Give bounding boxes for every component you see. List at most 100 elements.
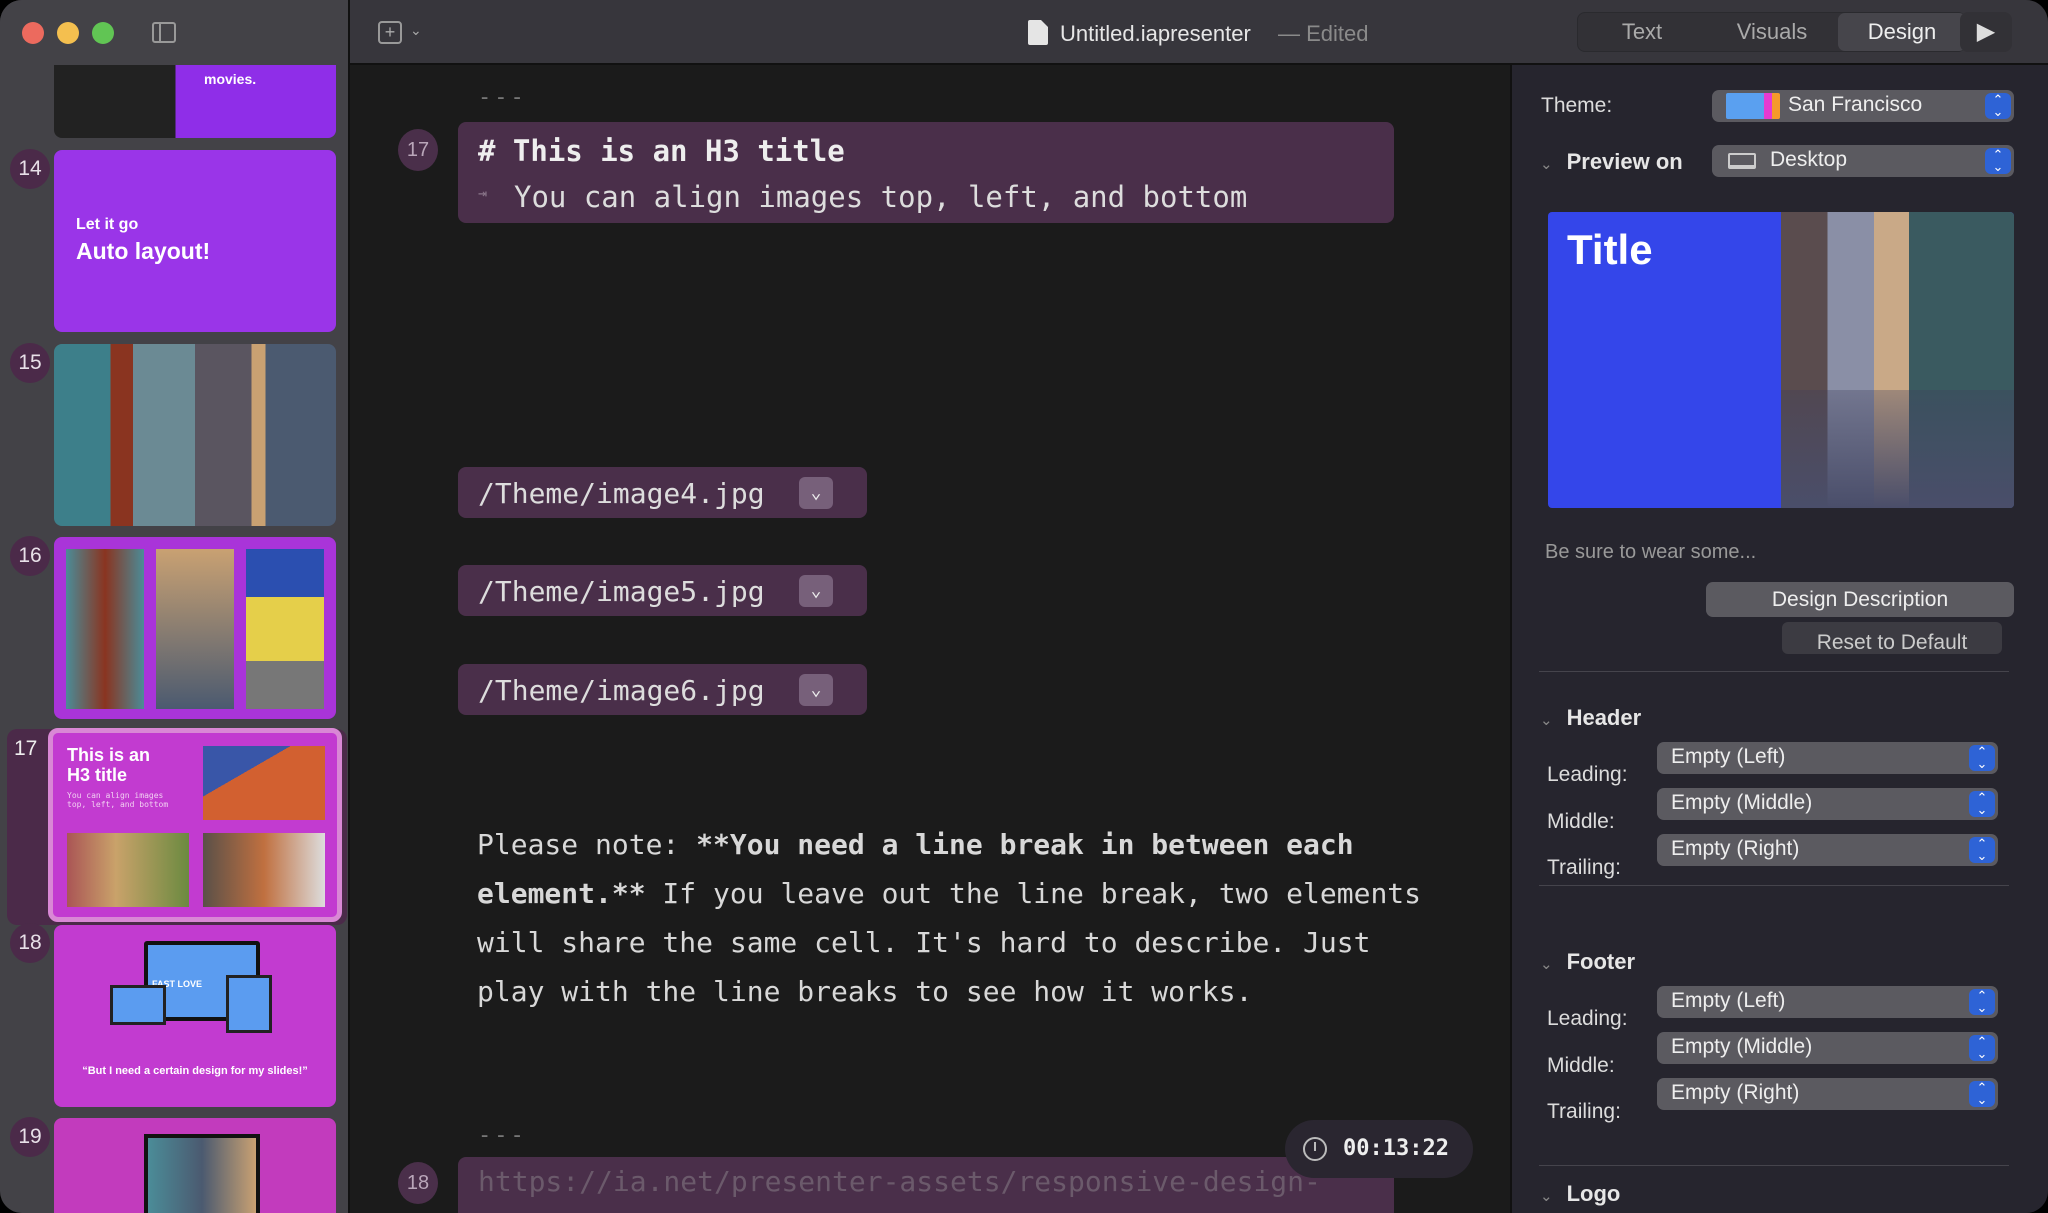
slide-thumbnail-19[interactable] [54, 1118, 336, 1213]
slide-image [156, 549, 234, 709]
minimize-window-button[interactable] [57, 22, 79, 44]
add-slide-icon[interactable]: + [378, 21, 402, 44]
header-middle-select[interactable]: Empty (Middle) ⌃ ⌄ [1657, 788, 1998, 820]
slide-number-marker[interactable]: 18 [398, 1162, 438, 1204]
image-reference[interactable]: /Theme/image4.jpg ⌄ [458, 467, 867, 518]
title-bar: + ⌄ Untitled.iapresenter — Edited Text V… [0, 0, 2048, 65]
slide-image [203, 833, 325, 907]
preview-device-value: Desktop [1770, 148, 1848, 171]
divider [1539, 1165, 2009, 1166]
slide-thumbnail-14[interactable]: Let it go Auto layout! [54, 150, 336, 332]
header-leading-select[interactable]: Empty (Left) ⌃ ⌄ [1657, 742, 1998, 774]
select-value: Empty (Middle) [1671, 1035, 1813, 1058]
slide-18-block[interactable]: https://ia.net/presenter-assets/responsi… [458, 1157, 1394, 1213]
tab-visuals[interactable]: Visuals [1708, 13, 1836, 51]
stepper-icon: ⌃ ⌄ [1969, 837, 1995, 863]
image-options-chevron-icon[interactable]: ⌄ [799, 674, 833, 706]
slide-number-badge: 16 [10, 536, 50, 576]
slide-17-text-block[interactable]: # This is an H3 title ⇥ You can align im… [458, 122, 1394, 223]
preview-on-label: Preview on [1566, 149, 1683, 174]
close-window-button[interactable] [22, 22, 44, 44]
slide-navigator[interactable]: movies. 14 Let it go Auto layout! 15 16 … [0, 65, 350, 1213]
sidebar-toggle-icon[interactable] [152, 22, 176, 43]
theme-select[interactable]: San Francisco ⌃ ⌄ [1712, 90, 2014, 122]
select-value: Empty (Right) [1671, 837, 1800, 860]
slide-thumbnail-16[interactable] [54, 537, 336, 719]
theme-preview: Title [1548, 212, 2014, 508]
edited-status: — Edited [1278, 21, 1369, 46]
preview-city-image [1781, 212, 2014, 508]
footer-leading-select[interactable]: Empty (Left) ⌃ ⌄ [1657, 986, 1998, 1018]
slide-thumbnail-15[interactable] [54, 344, 336, 526]
image-reference[interactable]: /Theme/image6.jpg ⌄ [458, 664, 867, 715]
tablet-illustration [226, 975, 272, 1033]
slide-number-badge: 14 [10, 149, 50, 189]
laptop-icon [1728, 153, 1756, 169]
collapse-chevron-icon[interactable]: ⌄ [1540, 956, 1553, 973]
stepper-icon: ⌃ ⌄ [1969, 989, 1995, 1015]
stepper-icon: ⌃ ⌄ [1969, 1081, 1995, 1107]
theme-value: San Francisco [1788, 93, 1923, 116]
slide-caption: “But I need a certain design for my slid… [82, 1065, 308, 1077]
design-description-button[interactable]: Design Description [1706, 582, 2014, 617]
image-path: /Theme/image5.jpg [478, 575, 765, 608]
collapse-chevron-icon[interactable]: ⌄ [1540, 712, 1553, 729]
document-title: Untitled.iapresenter [1060, 21, 1251, 46]
tab-design[interactable]: Design [1838, 13, 1966, 51]
theme-description: Be sure to wear some... [1545, 541, 1757, 563]
stepper-icon: ⌃ ⌄ [1985, 93, 2011, 119]
header-trailing-label: Trailing: [1547, 856, 1621, 879]
header-leading-label: Leading: [1547, 763, 1628, 786]
timer-text: 00:13:22 [1343, 1136, 1449, 1161]
footer-middle-label: Middle: [1547, 1054, 1615, 1077]
slide-image [66, 549, 144, 709]
select-value: Empty (Middle) [1671, 791, 1813, 814]
mode-segmented-control: Text Visuals Design [1577, 12, 1966, 52]
image-options-chevron-icon[interactable]: ⌄ [799, 575, 833, 607]
header-middle-label: Middle: [1547, 810, 1615, 833]
header-trailing-select[interactable]: Empty (Right) ⌃ ⌄ [1657, 834, 1998, 866]
slide-separator: --- [478, 85, 527, 110]
slide-text: You can align images top, left, and bott… [67, 791, 169, 809]
add-menu-chevron-icon[interactable]: ⌄ [410, 22, 422, 39]
tab-marker-icon: ⇥ [478, 184, 488, 202]
collapse-chevron-icon[interactable]: ⌄ [1540, 1188, 1553, 1205]
reset-to-default-button[interactable]: Reset to Default [1782, 622, 2002, 654]
timer-pill[interactable]: 00:13:22 [1285, 1120, 1473, 1178]
collapse-chevron-icon[interactable]: ⌄ [1540, 156, 1553, 173]
divider [1539, 885, 2009, 886]
slide-number-marker[interactable]: 17 [398, 129, 438, 171]
image-path: /Theme/image4.jpg [478, 477, 765, 510]
image-reference[interactable]: /Theme/image5.jpg ⌄ [458, 565, 867, 616]
footer-trailing-select[interactable]: Empty (Right) ⌃ ⌄ [1657, 1078, 1998, 1110]
markdown-editor[interactable]: --- 17 # This is an H3 title ⇥ You can a… [350, 65, 1510, 1213]
theme-label: Theme: [1541, 94, 1613, 117]
slide-title: Auto layout! [76, 238, 211, 264]
tab-text[interactable]: Text [1578, 13, 1706, 51]
image-path: /Theme/image6.jpg [478, 674, 765, 707]
slide-separator: --- [478, 1123, 527, 1148]
select-value: Empty (Right) [1671, 1081, 1800, 1104]
select-value: Empty (Left) [1671, 989, 1786, 1012]
play-button[interactable]: ▶ [1960, 12, 2012, 52]
logo-section-title: Logo [1566, 1181, 1621, 1206]
preview-device-select[interactable]: Desktop ⌃ ⌄ [1712, 145, 2014, 177]
slide-thumbnail-17[interactable]: This is an H3 title You can align images… [48, 728, 342, 922]
slide-image [203, 746, 325, 820]
slide-number-badge: 19 [10, 1117, 50, 1157]
slide-thumbnail-18[interactable]: FAST LOVE “But I need a certain design f… [54, 925, 336, 1107]
stepper-icon: ⌃ ⌄ [1969, 745, 1995, 771]
slide-image [67, 833, 189, 907]
footer-trailing-label: Trailing: [1547, 1100, 1621, 1123]
laptop-illustration [110, 985, 166, 1025]
note-prefix: Please note: [477, 828, 697, 861]
slide-number-badge: 15 [10, 343, 50, 383]
app-window: + ⌄ Untitled.iapresenter — Edited Text V… [0, 0, 2048, 1213]
image-options-chevron-icon[interactable]: ⌄ [799, 477, 833, 509]
stepper-icon: ⌃ ⌄ [1985, 148, 2011, 174]
slide-thumbnail-13[interactable]: movies. [54, 65, 336, 138]
zoom-window-button[interactable] [92, 22, 114, 44]
theme-swatch-icon [1726, 93, 1780, 119]
play-icon: ▶ [1976, 18, 1996, 45]
footer-middle-select[interactable]: Empty (Middle) ⌃ ⌄ [1657, 1032, 1998, 1064]
